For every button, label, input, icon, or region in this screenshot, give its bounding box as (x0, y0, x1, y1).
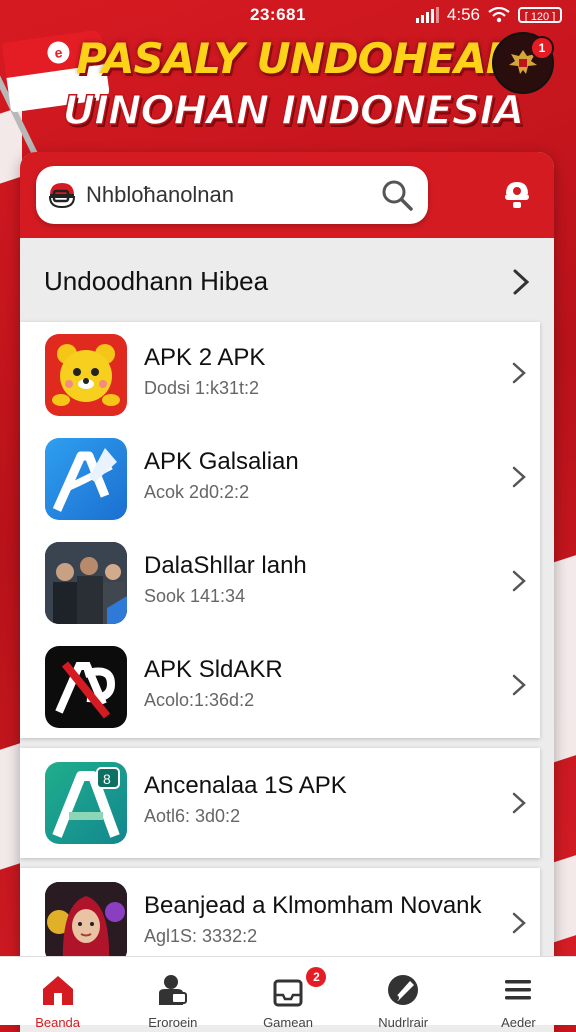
tab-label: Gamean (263, 1015, 313, 1030)
app-meta: Acok 2d0:2:2 (144, 482, 250, 502)
chevron-right-icon (512, 570, 526, 592)
chevron-right-icon (512, 362, 526, 384)
green-a-icon: 8 (45, 762, 127, 844)
main-card: Nhbloħanolnan Undoodhann Hibea APK 2 APK… (20, 152, 554, 1032)
tab-badge: 2 (306, 967, 327, 987)
inbox-icon (273, 979, 303, 1007)
app-name: DalaShllar lanh (144, 552, 307, 579)
app-meta: Dodsi 1:k31t:2 (144, 378, 260, 398)
app-meta: Acolo:1:36d:2 (144, 690, 255, 710)
signal-icon (415, 7, 439, 23)
status-carrier: 4:56 (446, 5, 480, 24)
app-meta: Agl1S: 3332:2 (144, 926, 258, 946)
search-icon[interactable] (380, 178, 414, 212)
bear-icon (45, 334, 127, 416)
tab-label: Beanda (35, 1015, 81, 1030)
app-list: APK 2 APK Dodsi 1:k31t:2 APK Galsalian A… (20, 322, 540, 738)
search-placeholder: Nhbloħanolnan (86, 182, 235, 207)
tab-gamean[interactable]: 2 Gamean (230, 957, 345, 1030)
app-name: APK 2 APK (144, 344, 266, 371)
notification-badge: 1 (530, 36, 554, 60)
tab-label: Aeder (501, 1015, 536, 1030)
chevron-right-icon (512, 792, 526, 814)
menu-icon (505, 980, 532, 1000)
tab-aeder[interactable]: Aeder (461, 957, 576, 1030)
app-meta: Aotl6: 3d0:2 (144, 806, 241, 826)
pen-a-icon (45, 438, 127, 520)
tab-nudrlrair[interactable]: Nudrlrair (346, 957, 461, 1030)
person-card-icon (158, 975, 187, 1005)
list-item[interactable]: APK 2 APK Dodsi 1:k31t:2 (20, 322, 540, 426)
status-bar: 23:681 4:56 [ 120 ] (0, 0, 576, 30)
app-meta: Sook 141:34 (144, 586, 246, 606)
header-title-line2: UINOHAN INDONESIA (62, 87, 525, 135)
brush-icon (388, 975, 419, 1005)
status-time: 23:681 (250, 5, 306, 24)
chevron-right-icon (513, 269, 530, 295)
header-title-line1: PASALY UNDOHEAN (76, 34, 521, 83)
chevron-right-icon (512, 674, 526, 696)
chevron-right-icon (512, 466, 526, 488)
bottom-nav: Beanda Eroroein 2 Gamean Nudrlrair Aeder (0, 956, 576, 1030)
svg-text:8: 8 (103, 771, 111, 787)
list-item[interactable]: APK SldAKR Acolo:1:36d:2 (20, 634, 540, 738)
battery-icon: [ 120 ] (518, 7, 562, 23)
section-title: Undoodhann Hibea (44, 266, 269, 296)
tab-eroroein[interactable]: Eroroein (115, 957, 230, 1030)
list-item[interactable]: APK Galsalian Acok 2d0:2:2 (20, 426, 540, 530)
search-input[interactable]: Nhbloħanolnan (36, 166, 428, 224)
app-name: APK SldAKR (144, 656, 283, 683)
list-item[interactable]: 8 Ancenalaa 1S APK Aotl6: 3d0:2 (20, 748, 540, 858)
photo-people-icon (45, 542, 127, 624)
search-area: Nhbloħanolnan (20, 152, 554, 238)
hijab-avatar-icon (45, 882, 127, 964)
app-name: Beanjead a Klmomham Novank (144, 892, 482, 919)
tab-home[interactable]: Beanda (0, 957, 115, 1030)
app-name: APK Galsalian (144, 448, 299, 475)
list-item[interactable]: DalaShllar lanh Sook 141:34 (20, 530, 540, 634)
ap-logo-icon (45, 646, 127, 728)
tab-label: Eroroein (148, 1015, 198, 1030)
app-name: Ancenalaa 1S APK (144, 772, 347, 799)
section-header[interactable]: Undoodhann Hibea (20, 238, 554, 324)
chevron-right-icon (512, 912, 526, 934)
tab-label: Nudrlrair (378, 1015, 429, 1030)
home-icon (42, 976, 73, 1005)
app-logo-icon (48, 183, 76, 209)
wifi-icon (488, 7, 510, 23)
voice-search-icon[interactable] (500, 178, 534, 212)
garuda-emblem-button[interactable]: 1 (492, 32, 554, 94)
